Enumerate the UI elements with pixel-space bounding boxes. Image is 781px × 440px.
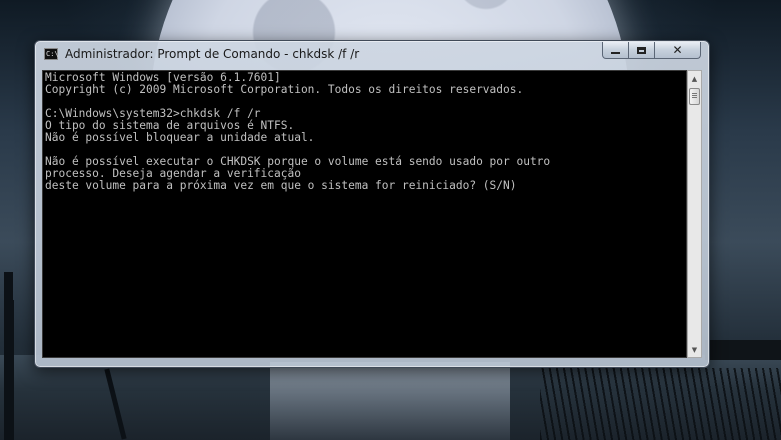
wooden-post-left-2 [10,300,14,440]
minimize-icon [611,52,620,54]
app-icon-glyph: C:\ [46,50,59,58]
caption-buttons: ✕ [602,42,701,60]
console-line: Copyright (c) 2009 Microsoft Corporation… [45,83,524,96]
maximize-icon [637,46,646,54]
reeds [540,368,781,440]
title-bar[interactable]: C:\ Administrador: Prompt de Comando - c… [35,41,709,69]
window-title: Administrador: Prompt de Comando - chkds… [65,47,360,61]
maximize-button[interactable] [629,42,655,59]
console-line: Não é possível bloquear a unidade atual. [45,131,315,144]
command-prompt-window[interactable]: C:\ Administrador: Prompt de Comando - c… [34,40,710,368]
close-button[interactable]: ✕ [655,42,701,59]
close-icon: ✕ [672,43,683,57]
scroll-thumb[interactable] [689,88,700,105]
distant-shore [705,340,781,360]
moon-reflection [270,362,510,440]
command-prompt-icon[interactable]: C:\ [44,48,59,60]
vertical-scrollbar[interactable]: ▲ ▼ [687,70,702,358]
minimize-button[interactable] [602,42,629,59]
scroll-up-icon[interactable]: ▲ [688,71,701,86]
scroll-down-icon[interactable]: ▼ [688,342,701,357]
console-text: Microsoft Windows [versão 6.1.7601] Copy… [45,72,550,192]
console-line: deste volume para a próxima vez em que o… [45,179,517,192]
console-output-area[interactable]: Microsoft Windows [versão 6.1.7601] Copy… [42,70,687,358]
